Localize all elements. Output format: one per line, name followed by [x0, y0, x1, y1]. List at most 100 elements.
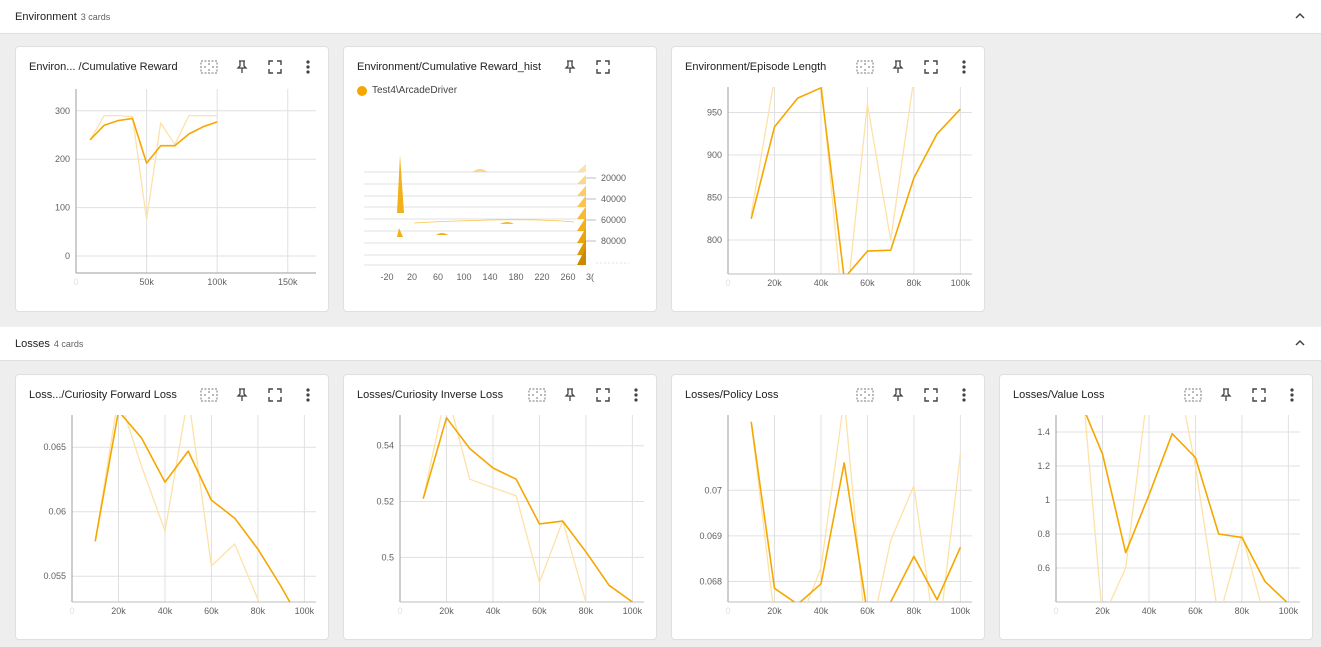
line-chart[interactable]: 0.068 0.069 0.07 0 20k 40k 60k 80k 100k — [672, 375, 986, 641]
smoothed-series-line[interactable] — [94, 411, 304, 628]
x-tick-label: 20 — [407, 272, 417, 282]
x-tick-label: -20 — [380, 272, 393, 282]
y-tick-label: 0.5 — [381, 552, 394, 562]
x-tick-label: 60k — [860, 278, 875, 288]
chart-card: Environ... /Cumulative Reward 0 100 200 300 0… — [15, 46, 329, 312]
y-tick-label: 900 — [707, 150, 722, 160]
raw-series-line[interactable] — [1079, 375, 1288, 619]
x-tick-label: 150k — [278, 277, 298, 287]
hist-slice-bump — [472, 169, 488, 172]
hist-slice-spike — [577, 185, 586, 196]
x-tick-label: 0 — [73, 277, 78, 287]
hist-slice-spike — [577, 206, 586, 219]
x-tick-label: 20k — [439, 606, 454, 616]
line-chart[interactable]: 800 850 900 950 0 20k 40k 60k 80k 100k — [672, 47, 986, 313]
smoothed-series-line[interactable] — [1079, 398, 1288, 604]
chart-card: Loss.../Curiosity Forward Loss 0.055 0.06 0… — [15, 374, 329, 640]
raw-series-line[interactable] — [94, 396, 304, 641]
x-tick-label: 40k — [814, 606, 829, 616]
histogram-chart[interactable]: -20 20 60 100 140 180 220 260 3(20000 40000 60000 8… — [344, 47, 658, 313]
x-tick-label: 20k — [1095, 606, 1110, 616]
x-tick-label: 260 — [560, 272, 575, 282]
chevron-up-icon[interactable] — [1291, 7, 1309, 25]
x-tick-label: 40k — [814, 278, 829, 288]
x-tick-label: 40k — [1142, 606, 1157, 616]
y-tick-label: 100 — [55, 203, 70, 213]
x-tick-label: 3( — [586, 272, 594, 282]
line-chart[interactable]: 0.055 0.06 0.065 0 20k 40k 60k 80k 100k — [16, 375, 330, 641]
hist-slice-spike — [577, 174, 586, 184]
group-title: Environment — [15, 10, 77, 23]
chart-card: Losses/Value Loss 0.6 0.8 1 1.2 1.4 0 20k 40k 60k… — [999, 374, 1313, 640]
x-tick-label: 60 — [433, 272, 443, 282]
y-tick-label: 0 — [65, 251, 70, 261]
y-tick-label: 1 — [1045, 495, 1050, 505]
line-chart[interactable]: 0 100 200 300 0 50k 100k 150k — [16, 47, 330, 313]
group-card-count: 4 cards — [53, 338, 84, 349]
x-tick-label: 60k — [204, 606, 219, 616]
raw-series-line[interactable] — [89, 114, 218, 221]
x-tick-label: 0 — [397, 606, 402, 616]
line-chart[interactable]: 0.6 0.8 1 1.2 1.4 0 20k 40k 60k 80k 100k — [1000, 375, 1314, 641]
x-tick-label: 40k — [486, 606, 501, 616]
x-tick-label: 0 — [725, 606, 730, 616]
group-card-count: 3 cards — [80, 11, 111, 22]
hist-slice-spike — [577, 195, 586, 207]
hist-slice-bump — [436, 233, 448, 235]
x-tick-label: 20k — [767, 606, 782, 616]
x-tick-label: 180 — [508, 272, 523, 282]
hist-slice-spike — [577, 164, 586, 172]
x-tick-label: 140 — [482, 272, 497, 282]
y-tick-label: 0.54 — [376, 441, 394, 451]
group-header-losses[interactable]: Losses 4 cards — [0, 327, 1321, 361]
y-tick-label: 950 — [707, 108, 722, 118]
x-tick-label: 0 — [1053, 606, 1058, 616]
x-tick-label: 100k — [295, 606, 315, 616]
hist-slice-spike — [397, 228, 403, 237]
x-tick-label: 20k — [767, 278, 782, 288]
x-tick-label: 80k — [1235, 606, 1250, 616]
y-tick-label: 300 — [55, 106, 70, 116]
chevron-up-icon[interactable] — [1291, 334, 1309, 352]
x-tick-label: 80k — [251, 606, 266, 616]
raw-series-line[interactable] — [750, 79, 960, 314]
x-tick-label: 100k — [207, 277, 227, 287]
raw-series-line[interactable] — [750, 399, 962, 641]
y-tick-label: 0.055 — [43, 571, 66, 581]
line-chart[interactable]: 0.5 0.52 0.54 0 20k 40k 60k 80k 100k — [344, 375, 658, 641]
x-tick-label: 40k — [158, 606, 173, 616]
smoothed-series-line[interactable] — [89, 117, 218, 164]
x-tick-label: 80k — [907, 278, 922, 288]
hist-slice-curve — [413, 219, 575, 224]
x-tick-label: 80k — [579, 606, 594, 616]
y-tick-label: 0.8 — [1037, 529, 1050, 539]
hist-slice-bump — [500, 222, 514, 224]
step-tick-label: 60000 — [601, 215, 626, 225]
chart-card: Environment/Episode Length 800 850 900 950 0 2… — [671, 46, 985, 312]
x-tick-label: 20k — [111, 606, 126, 616]
y-tick-label: 850 — [707, 193, 722, 203]
chart-card: Losses/Policy Loss 0.068 0.069 0.07 0 20k 40k 6… — [671, 374, 985, 640]
smoothed-series-line[interactable] — [750, 87, 961, 278]
step-tick-label: 40000 — [601, 194, 626, 204]
y-tick-label: 0.065 — [43, 442, 66, 452]
y-tick-label: 0.52 — [376, 497, 394, 507]
chart-card: Losses/Curiosity Inverse Loss 0.5 0.52 0.54… — [343, 374, 657, 640]
chart-card: Environment/Cumulative Reward_hist Test4\… — [343, 46, 657, 312]
x-tick-label: 100k — [951, 606, 971, 616]
x-tick-label: 60k — [860, 606, 875, 616]
x-tick-label: 50k — [139, 277, 154, 287]
x-tick-label: 100 — [456, 272, 471, 282]
x-tick-label: 100k — [623, 606, 643, 616]
y-tick-label: 0.06 — [48, 507, 66, 517]
x-tick-label: 60k — [1188, 606, 1203, 616]
x-tick-label: 60k — [532, 606, 547, 616]
group-header-environment[interactable]: Environment 3 cards — [0, 0, 1321, 34]
x-tick-label: 0 — [725, 278, 730, 288]
x-tick-label: 220 — [534, 272, 549, 282]
step-tick-label: 20000 — [601, 173, 626, 183]
x-tick-label: 100k — [951, 278, 971, 288]
x-tick-label: 100k — [1279, 606, 1299, 616]
y-tick-label: 800 — [707, 235, 722, 245]
x-tick-label: 0 — [69, 606, 74, 616]
